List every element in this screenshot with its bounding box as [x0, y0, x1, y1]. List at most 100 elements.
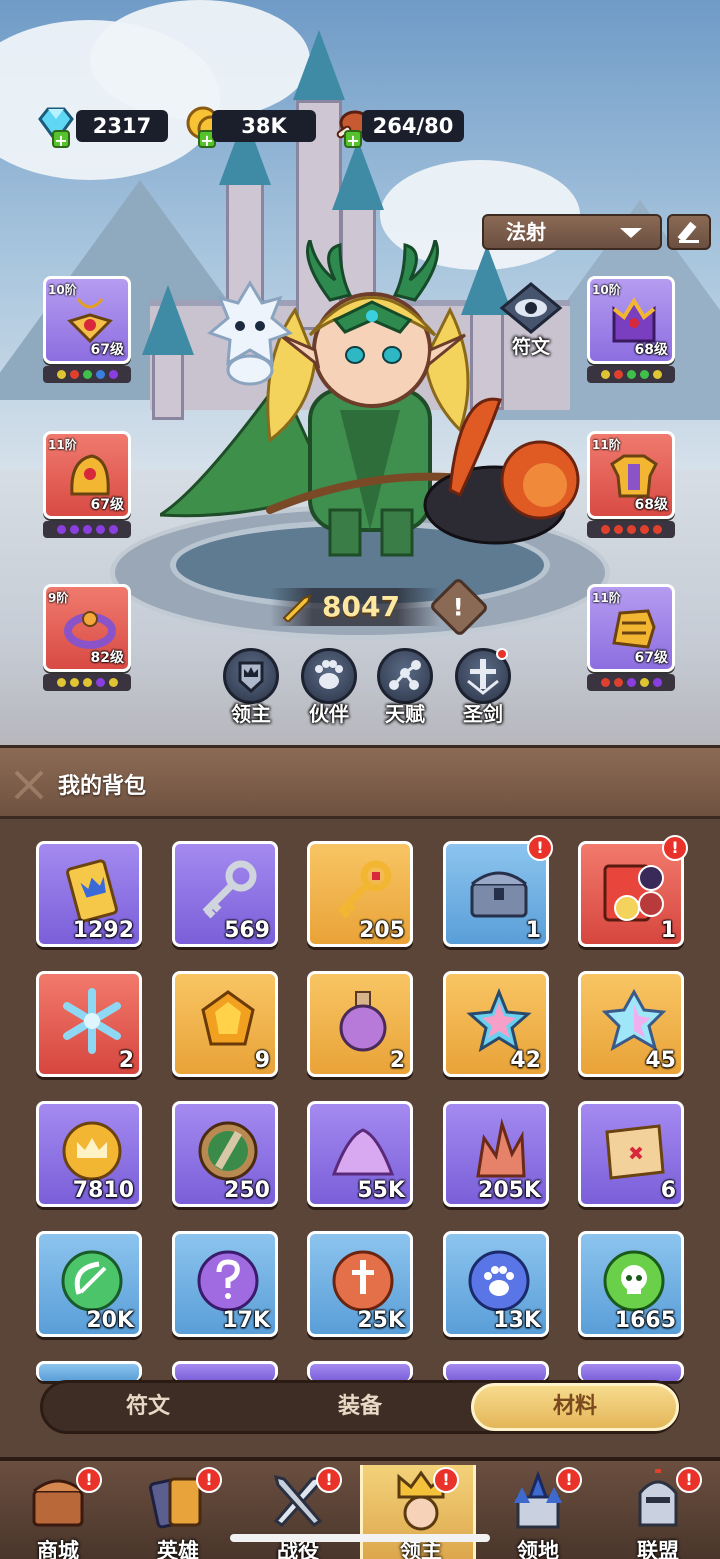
equipment-slot-ring[interactable]: 9阶 82级: [43, 584, 131, 692]
snowflake-item[interactable]: 2: [36, 971, 142, 1077]
mystery-orb-item[interactable]: 17K: [172, 1231, 278, 1337]
gem-sockets: [587, 674, 675, 691]
sword-power-icon: [282, 594, 312, 622]
gem-sockets: [43, 366, 131, 383]
mystery-orb-icon: [197, 1250, 259, 1312]
gold-key-item[interactable]: 205: [307, 841, 413, 947]
item-count: 2: [118, 1048, 134, 1073]
gold-count: 38K: [212, 110, 316, 142]
inventory-item-partial[interactable]: [578, 1361, 684, 1381]
tab-equipment[interactable]: 装备: [295, 1383, 425, 1431]
add-gems-button[interactable]: +: [52, 130, 70, 150]
mode-talent-label: 天赋: [385, 702, 425, 726]
inventory-item-partial[interactable]: [172, 1361, 278, 1381]
item-count: 1292: [72, 918, 134, 943]
item-count: 6: [660, 1178, 676, 1203]
hero-summon-card-icon: [603, 864, 664, 922]
treasure-map-item[interactable]: 6: [578, 1101, 684, 1207]
potion-item[interactable]: 2: [307, 971, 413, 1077]
crown-coin-item[interactable]: 7810: [36, 1101, 142, 1207]
mode-lord-button[interactable]: 领主: [218, 648, 284, 728]
nav-badge: !: [556, 1467, 582, 1493]
edit-button[interactable]: [667, 214, 711, 250]
item-count: 20K: [86, 1308, 134, 1333]
rainbow-star-icon: [466, 988, 532, 1053]
equipment-slot-helmet[interactable]: 11阶 67级: [43, 431, 131, 539]
nav-territory[interactable]: ! 领地: [480, 1465, 596, 1559]
purple-dust-item[interactable]: 55K: [307, 1101, 413, 1207]
nav-alliance[interactable]: ! 联盟: [600, 1465, 716, 1559]
slot-frame: 11阶 68级: [587, 431, 675, 519]
ticket-item[interactable]: 1292: [36, 841, 142, 947]
paw-orb-item[interactable]: 13K: [443, 1231, 549, 1337]
mode-talent-button[interactable]: 天赋: [372, 648, 438, 728]
crown-shield-icon: [223, 648, 279, 704]
mode-holy-sword-button[interactable]: 圣剑: [450, 648, 516, 728]
slot-frame: 9阶 82级: [43, 584, 131, 672]
slot-level: 82级: [90, 650, 124, 666]
inventory-header: 我的背包: [0, 745, 720, 819]
inventory-panel: 我的背包 1292 569 205 1! 1! 2 9 2 42 45 7810 250 55K 205K…: [0, 745, 720, 1457]
tab-runes[interactable]: 符文: [83, 1383, 213, 1431]
add-stamina-button[interactable]: +: [344, 130, 362, 150]
inventory-item-partial[interactable]: [307, 1361, 413, 1381]
item-count: 2: [389, 1048, 405, 1073]
nav-badge: !: [676, 1467, 702, 1493]
mode-partner-button[interactable]: 伙伴: [296, 648, 362, 728]
nav-shop[interactable]: ! 商城: [0, 1465, 116, 1559]
purple-dust-icon: [331, 1128, 395, 1176]
gold-key-icon: [337, 860, 392, 919]
amber-crystal-icon: [201, 990, 255, 1046]
slot-level: 68级: [634, 342, 668, 358]
skull-orb-item[interactable]: 1665: [578, 1231, 684, 1337]
red-crystal-item[interactable]: 205K: [443, 1101, 549, 1207]
item-count: 1: [525, 918, 541, 943]
talent-tree-icon: [377, 648, 433, 704]
silver-key-item[interactable]: 569: [172, 841, 278, 947]
rainbow-star-item[interactable]: 42: [443, 971, 549, 1077]
nav-lord[interactable]: ! 领主: [360, 1465, 476, 1559]
gem-sockets: [587, 366, 675, 383]
home-indicator[interactable]: [230, 1534, 490, 1542]
item-count: 9: [254, 1048, 270, 1073]
tab-materials[interactable]: 材料: [471, 1383, 679, 1431]
nav-label: 领地: [517, 1539, 559, 1559]
sword-coin-item[interactable]: 250: [172, 1101, 278, 1207]
slot-level: 68级: [634, 497, 668, 513]
item-count: 45: [645, 1048, 676, 1073]
crystal-star-item[interactable]: 45: [578, 971, 684, 1077]
inventory-item-partial[interactable]: [36, 1361, 142, 1381]
inventory-item-partial[interactable]: [443, 1361, 549, 1381]
backpack-deco-icon: [14, 770, 44, 800]
mode-holy-sword-label: 圣剑: [463, 702, 503, 726]
item-count: 42: [510, 1048, 541, 1073]
snow-spirit-pet: [207, 280, 293, 386]
silver-key-icon: [202, 860, 257, 919]
sword-orb-item[interactable]: 25K: [307, 1231, 413, 1337]
class-dropdown[interactable]: 法射: [482, 214, 662, 250]
bow-orb-item[interactable]: 20K: [36, 1231, 142, 1337]
nav-campaign[interactable]: ! 战役: [240, 1465, 356, 1559]
nav-heroes[interactable]: ! 英雄: [120, 1465, 236, 1559]
equipment-slot-amulet[interactable]: 10阶 67级: [43, 276, 131, 384]
sword-orb-icon: [332, 1250, 394, 1312]
item-count: 250: [224, 1178, 270, 1203]
item-count: 1: [660, 918, 676, 943]
rune-button[interactable]: 符文: [498, 282, 564, 360]
notification-dot: [496, 648, 508, 660]
combat-power-value: 8047: [322, 590, 400, 623]
amber-crystal-item[interactable]: 9: [172, 971, 278, 1077]
slot-level: 67级: [90, 342, 124, 358]
snowflake-icon: [63, 988, 121, 1054]
item-alert-badge: !: [662, 835, 688, 861]
equipment-slot-crown[interactable]: 10阶 68级: [587, 276, 675, 384]
eye-rune-icon: [499, 282, 563, 334]
slot-tier: 10阶: [48, 283, 77, 297]
slot-tier: 10阶: [592, 283, 621, 297]
potion-icon: [339, 991, 387, 1052]
treasure-map-icon: [605, 1124, 665, 1180]
equipment-slot-armor[interactable]: 11阶 68级: [587, 431, 675, 539]
item-count: 205: [359, 918, 405, 943]
nav-label: 英雄: [157, 1539, 199, 1559]
equipment-slot-gauntlet[interactable]: 11阶 67级: [587, 584, 675, 692]
